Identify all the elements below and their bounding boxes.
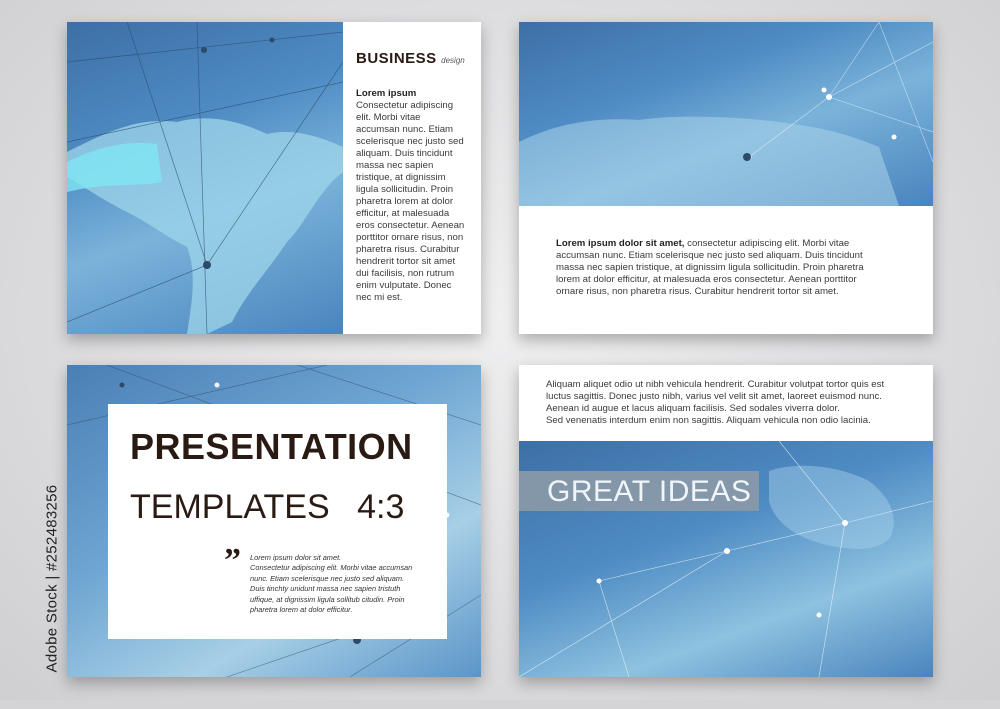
slide-1[interactable]: BUSINESS design Lorem ipsum Consectetur …	[67, 22, 481, 334]
slide-2[interactable]: Lorem ipsum dolor sit amet, consectetur …	[519, 22, 933, 334]
slide-4-line: Aenean id augue et lacus aliquam facilis…	[546, 403, 840, 414]
world-map-network-graphic	[519, 22, 933, 206]
slide-1-line: porttitor ornare risus, non	[356, 232, 464, 243]
slide-2-line: massa nec sapien tristique, at dignissim…	[556, 262, 864, 273]
quote-line: uffique, at dignissim ligula sollitub ci…	[250, 594, 405, 604]
templates-word: TEMPLATES	[130, 488, 330, 526]
slide-1-line: hendrerit tortor sit amet	[356, 256, 456, 267]
brand-bold: BUSINESS	[356, 50, 437, 67]
presentation-title: PRESENTATION	[130, 426, 413, 467]
slide-2-line: ornare risus, non pharetra risus. Curabi…	[556, 286, 839, 297]
slide-1-line: eros consectetur. Aenean	[356, 220, 465, 231]
slide-2-line: lorem at dolor efficitur, at malesuada e…	[556, 274, 857, 285]
aspect-ratio: 4:3	[357, 488, 405, 526]
great-ideas-banner: GREAT IDEAS	[519, 471, 759, 511]
quote-line: Consectetur adipiscing elit. Morbi vitae…	[250, 563, 413, 573]
slide-2-image	[519, 22, 933, 206]
slide-1-text: Lorem ipsum Consectetur adipiscing elit.…	[356, 88, 478, 304]
slide-1-line: accumsan nunc. Etiam	[356, 124, 454, 135]
slide-1-line: pharetra risus. Curabitur	[356, 244, 460, 255]
slide-4-line: Sed venenatis interdum enim non sagittis…	[546, 415, 871, 426]
slide-4[interactable]: Aliquam aliquet odio ut nibh vehicula he…	[519, 365, 933, 677]
quote-mark-icon: ”	[224, 542, 241, 579]
slide-1-line: nec mi est.	[356, 292, 403, 303]
slide-2-lead: Lorem ipsum dolor sit amet,	[556, 238, 685, 249]
quote-line: pharetra lorem at dolor efficitur.	[250, 605, 353, 615]
quote-line: Duis tinchty unidunt massa nec sapien tr…	[250, 584, 401, 594]
slide-3-quote: Lorem ipsum dolor sit amet. Consectetur …	[250, 553, 450, 615]
slide-1-line: Consectetur adipiscing	[356, 100, 454, 111]
slide-1-line: efficitur, at malesuada	[356, 208, 450, 219]
templates-subtitle: TEMPLATES 4:3	[130, 488, 404, 527]
slide-1-line: dui facilisis, non rutrum	[356, 268, 455, 279]
quote-line: Lorem ipsum dolor sit amet.	[250, 553, 342, 562]
slide-1-image	[67, 22, 343, 334]
banner-title: GREAT IDEAS	[547, 475, 752, 508]
slide-2-first-line: Lorem ipsum dolor sit amet, consectetur …	[556, 238, 926, 250]
quote-line: nunc. Etiam scelerisque nec justo sed al…	[250, 573, 405, 583]
slide-1-line: tristique, at dignissim	[356, 172, 446, 183]
slide-4-line: luctus sagittis. Donec justo nibh, variu…	[546, 391, 882, 402]
slide-1-line: enim vulputate. Donec	[356, 280, 452, 291]
slide-2-line: accumsan nunc. Etiam scelerisque nec jus…	[556, 250, 863, 261]
slide-1-heading: Lorem ipsum	[356, 88, 417, 99]
slide-4-line: Aliquam aliquet odio ut nibh vehicula he…	[546, 379, 885, 390]
slide-1-line: aliquam. Duis tincidunt	[356, 148, 453, 159]
slide-4-text: Aliquam aliquet odio ut nibh vehicula he…	[546, 379, 931, 427]
slide-2-lead-rest: consectetur adipiscing elit. Morbi vitae	[684, 238, 850, 249]
slide-1-line: scelerisque nec justo sed	[356, 136, 464, 147]
slide-1-line: elit. Morbi vitae	[356, 112, 421, 123]
slide-1-brand: BUSINESS design	[356, 50, 465, 68]
adobe-stock-id: Adobe Stock | #252483256	[43, 484, 61, 673]
slide-1-line: pharetra lorem at dolor	[356, 196, 454, 207]
world-map-network-graphic	[67, 22, 343, 334]
slide-3-title-card: PRESENTATION TEMPLATES 4:3 ” Lorem ipsum…	[108, 404, 447, 639]
slide-2-text: Lorem ipsum dolor sit amet, consectetur …	[556, 238, 926, 298]
brand-light: design	[441, 56, 465, 65]
slide-3[interactable]: PRESENTATION TEMPLATES 4:3 ” Lorem ipsum…	[67, 365, 481, 677]
slide-1-line: massa nec sapien	[356, 160, 434, 171]
slide-1-line: ligula sollicitudin. Proin	[356, 184, 454, 195]
